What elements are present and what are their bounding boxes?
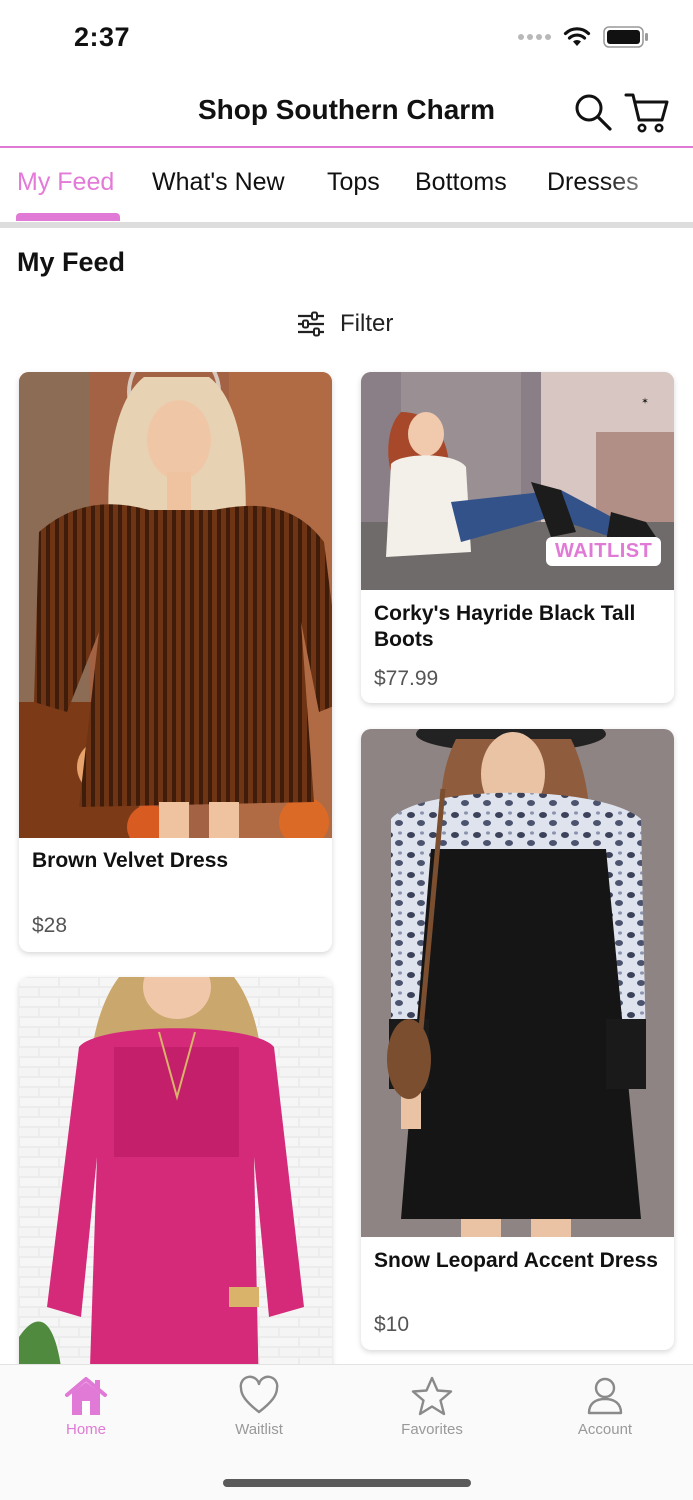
tab-tops[interactable]: Tops [327,168,380,197]
nav-label-waitlist: Waitlist [235,1421,283,1438]
product-card[interactable] [19,977,332,1397]
sliders-icon [298,311,324,337]
product-card[interactable]: ✶ WAITLIST Corky's Hayride Black Tall Bo… [361,372,674,703]
status-bar: 2:37 [0,0,693,80]
product-name: Corky's Hayride Black Tall Boots [374,602,636,651]
filter-button[interactable]: Filter [296,310,393,338]
status-icons [518,26,649,48]
heart-icon [239,1375,279,1414]
product-image [361,729,674,1237]
nav-account[interactable]: Account [545,1375,665,1438]
wifi-icon [563,27,591,46]
app-header: Shop Southern Charm [0,80,693,148]
tabs-scroll-fade [603,150,693,220]
status-time: 2:37 [74,22,131,52]
product-price: $10 [374,1313,410,1336]
tab-bottoms[interactable]: Bottoms [415,168,507,197]
nav-home[interactable]: Home [26,1375,146,1438]
nav-waitlist[interactable]: Waitlist [199,1375,319,1438]
tabs-divider [0,222,693,228]
tab-my-feed[interactable]: My Feed [17,168,114,197]
product-price: $28 [32,914,68,937]
product-name: Brown Velvet Dress [32,849,229,872]
product-price: $77.99 [374,667,439,690]
cart-icon[interactable] [624,90,670,134]
nav-label-account: Account [577,1421,633,1438]
product-image [19,977,332,1397]
section-title: My Feed [17,247,126,277]
star-icon [411,1376,453,1416]
filter-label: Filter [340,310,394,337]
battery-icon [603,26,648,48]
product-card[interactable]: Brown Velvet Dress $28 [19,372,332,952]
nav-label-favorites: Favorites [401,1421,463,1438]
active-tab-indicator [16,213,120,221]
nav-label-home: Home [65,1421,106,1438]
home-icon [65,1377,107,1415]
waitlist-badge: WAITLIST [546,537,662,566]
category-tabs: My Feed What's New Tops Bottoms Dresses [0,150,693,222]
corkys-logo: ✶ [641,397,649,407]
cellular-signal-icon [518,34,551,40]
product-card[interactable]: Snow Leopard Accent Dress $10 [361,729,674,1350]
home-indicator[interactable] [223,1479,471,1487]
tab-whats-new[interactable]: What's New [152,168,285,197]
product-name: Snow Leopard Accent Dress [374,1249,658,1272]
person-icon [587,1377,623,1415]
search-icon[interactable] [573,92,613,132]
nav-favorites[interactable]: Favorites [372,1375,492,1438]
product-image [19,372,332,838]
